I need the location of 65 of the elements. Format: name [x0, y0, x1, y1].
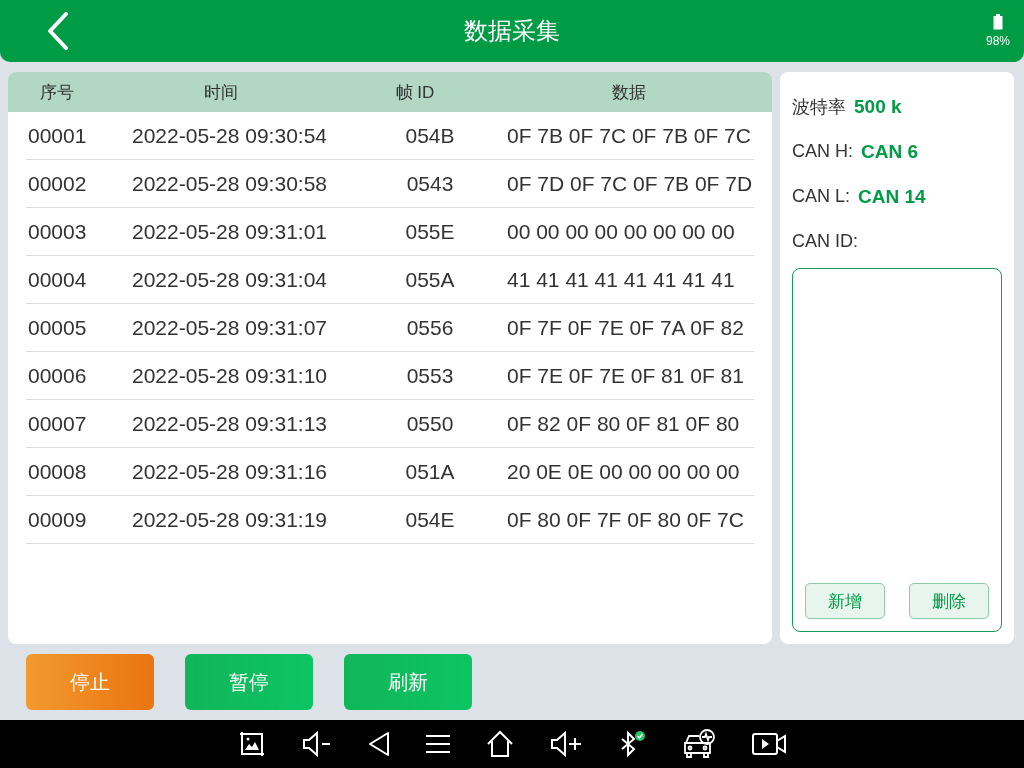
car-diagnostic-icon[interactable]: [682, 729, 716, 759]
table-cell-text: 2022-05-28 09:30:54: [132, 123, 328, 148]
table-cell-text: 41 41 41 41 41 41 41 41: [506, 267, 735, 292]
table-cell-text: 2022-05-28 09:30:58: [132, 171, 328, 196]
table-cell-text: 00002: [27, 171, 88, 196]
table-cell-text: 054B: [404, 123, 456, 148]
table-cell-text: 2022-05-28 09:31:04: [132, 267, 328, 292]
table-cell-text: 00004: [27, 267, 88, 292]
table-cell-text: 0543: [405, 171, 455, 196]
table-cell-text: 055E: [404, 219, 456, 244]
volume-up-icon[interactable]: [550, 731, 582, 757]
table-cell-text: 0F 82 0F 80 0F 81 0F 80: [506, 411, 740, 436]
table-cell-text: 00003: [27, 219, 88, 244]
back-button[interactable]: [46, 12, 70, 50]
field-value: 500 k: [854, 95, 902, 118]
table-cell-text: 0F 80 0F 7F 0F 80 0F 7C: [506, 507, 744, 532]
field-label: 波特率: [792, 95, 846, 119]
field-label: CAN H:: [792, 141, 853, 162]
field-label: CAN ID:: [792, 231, 858, 252]
screenshot-icon[interactable]: [238, 730, 266, 758]
column-header: 数据: [611, 81, 647, 104]
table-cell-text: 20 0E 0E 00 00 00 00 00: [506, 459, 740, 484]
column-header: 帧 ID: [394, 81, 436, 104]
page-title: 数据采集: [464, 16, 560, 46]
table-cell-text: 0F 7F 0F 7E 0F 7A 0F 82: [506, 315, 744, 340]
table-cell-text: 0553: [405, 363, 455, 388]
table-cell-text: 00001: [27, 123, 88, 148]
list-action-button[interactable]: 删除: [909, 583, 989, 619]
home-icon[interactable]: [486, 730, 514, 758]
table-cell-text: 0F 7B 0F 7C 0F 7B 0F 7C: [506, 123, 751, 148]
table-cell-text: 054E: [404, 507, 456, 532]
battery-icon: [993, 14, 1003, 30]
action-button[interactable]: 刷新: [344, 654, 472, 710]
can-id-list[interactable]: 新增 删除: [792, 268, 1002, 632]
action-button[interactable]: 暂停: [185, 654, 313, 710]
table-cell-text: 00009: [27, 507, 88, 532]
table-cell-text: 0550: [405, 411, 455, 436]
column-header: 时间: [203, 81, 239, 104]
menu-icon[interactable]: [426, 734, 450, 754]
table-cell-text: 2022-05-28 09:31:10: [132, 363, 328, 388]
field-value: CAN 14: [858, 185, 926, 208]
video-icon[interactable]: [752, 733, 786, 755]
table-cell-text: 051A: [404, 459, 456, 484]
table-cell-text: 00006: [27, 363, 88, 388]
battery-percentage: 98%: [985, 34, 1010, 48]
action-button[interactable]: 停止: [26, 654, 154, 710]
table-cell-text: 00007: [27, 411, 88, 436]
table-cell-text: 00 00 00 00 00 00 00 00: [506, 219, 735, 244]
table-cell-text: 2022-05-28 09:31:01: [132, 219, 328, 244]
table-cell-text: 2022-05-28 09:31:19: [132, 507, 328, 532]
list-action-button[interactable]: 新增: [805, 583, 885, 619]
column-header: 序号: [39, 81, 75, 104]
back-icon[interactable]: [368, 731, 390, 757]
table-cell-text: 2022-05-28 09:31:07: [132, 315, 328, 340]
table-cell-text: 00005: [27, 315, 88, 340]
table-cell-text: 2022-05-28 09:31:13: [132, 411, 328, 436]
table-cell-text: 0F 7E 0F 7E 0F 81 0F 81: [506, 363, 744, 388]
table-cell-text: 0556: [405, 315, 455, 340]
field-label: CAN L:: [792, 186, 851, 207]
field-value: CAN 6: [861, 140, 919, 163]
table-cell-text: 0F 7D 0F 7C 0F 7B 0F 7D: [506, 171, 753, 196]
table-cell-text: 2022-05-28 09:31:16: [132, 459, 328, 484]
volume-down-icon[interactable]: [302, 731, 332, 757]
table-cell-text: 00008: [27, 459, 88, 484]
table-cell-text: 055A: [404, 267, 456, 292]
